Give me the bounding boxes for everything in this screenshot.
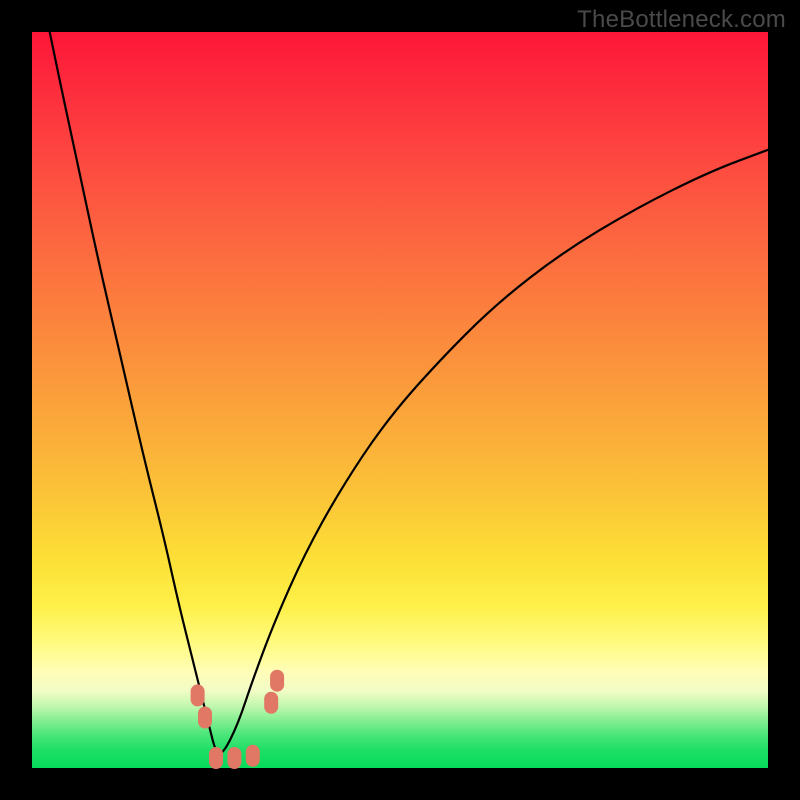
bottleneck-curve bbox=[32, 0, 768, 753]
plot-area bbox=[32, 32, 768, 768]
marker-right-cluster-a bbox=[264, 692, 278, 714]
marker-bottom-a bbox=[209, 747, 223, 769]
marker-bottom-c bbox=[246, 745, 260, 767]
markers-group bbox=[191, 670, 285, 769]
chart-frame: TheBottleneck.com bbox=[0, 0, 800, 800]
chart-overlay bbox=[32, 32, 768, 768]
marker-right-cluster-b bbox=[270, 670, 284, 692]
watermark-text: TheBottleneck.com bbox=[577, 6, 786, 34]
marker-bottom-b bbox=[227, 747, 241, 769]
marker-left-cluster-a bbox=[191, 684, 205, 706]
marker-left-cluster-b bbox=[198, 707, 212, 729]
